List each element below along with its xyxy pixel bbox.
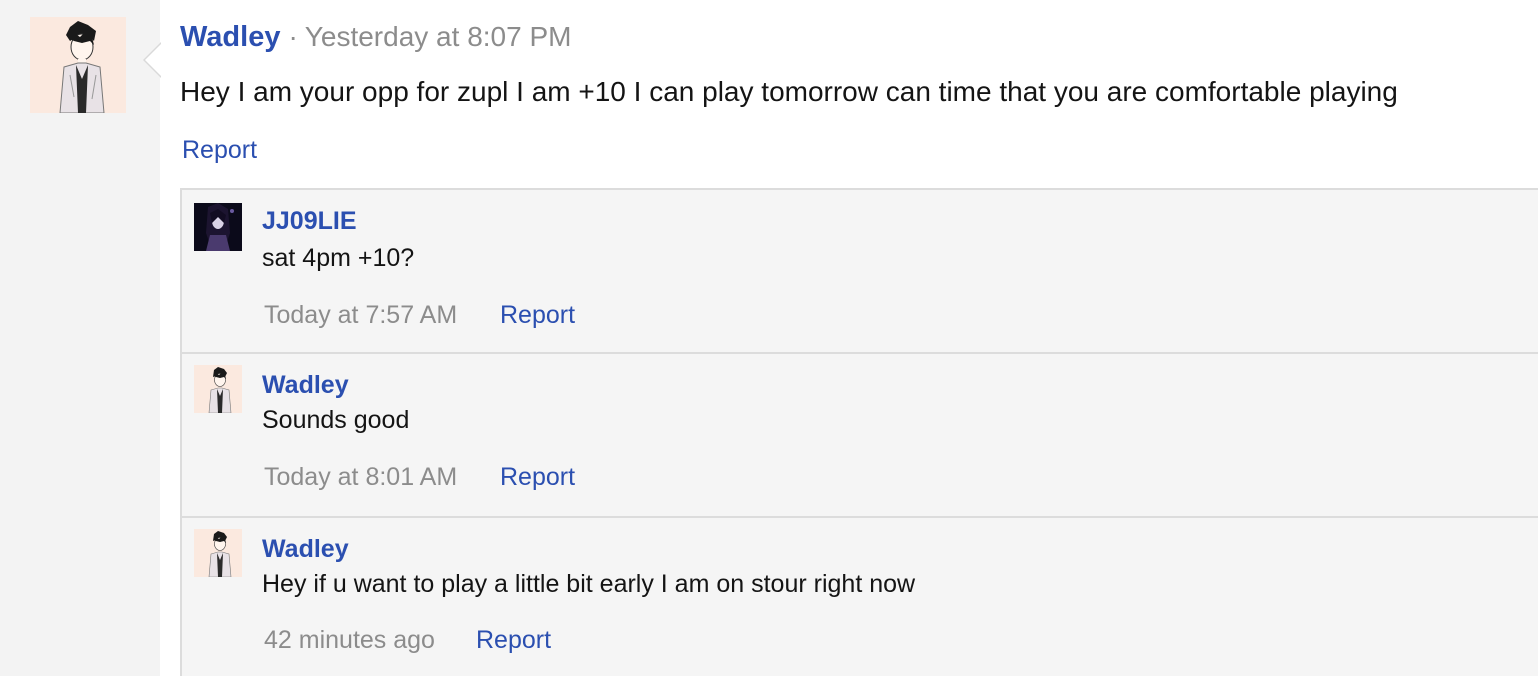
comment-author-link[interactable]: JJ09LIE (262, 207, 357, 236)
comment-report-button[interactable]: Report (500, 301, 575, 330)
comment-report-button[interactable]: Report (500, 463, 575, 492)
meta-separator: · (288, 21, 298, 52)
comment-date[interactable]: Today at 7:57 AM (264, 301, 457, 330)
message-body: Hey I am your opp for zupl I am +10 I ca… (180, 76, 1398, 107)
wadley-avatar-icon[interactable] (30, 17, 126, 113)
comment-report-button[interactable]: Report (476, 626, 551, 655)
message-date[interactable]: Yesterday at 8:07 PM (305, 21, 572, 53)
comment-item: Wadley Hey if u want to play a little bi… (182, 516, 1538, 678)
comment-list: JJ09LIE sat 4pm +10? Today at 7:57 AM Re… (180, 188, 1538, 676)
report-button[interactable]: Report (182, 136, 257, 165)
comment-text: Hey if u want to play a little bit early… (262, 570, 916, 598)
comment-text: Sounds good (262, 406, 410, 434)
comment-item: Wadley Sounds good Today at 8:01 AM Repo… (182, 352, 1538, 516)
jj09lie-avatar-icon[interactable] (194, 203, 242, 251)
wadley-avatar-icon[interactable] (194, 529, 242, 577)
bubble-arrow (143, 42, 162, 78)
comment-date[interactable]: Today at 8:01 AM (264, 463, 457, 492)
message-author-link[interactable]: Wadley (180, 21, 280, 54)
comment-date[interactable]: 42 minutes ago (264, 626, 435, 655)
comment-text: sat 4pm +10? (262, 244, 415, 272)
comment-item: JJ09LIE sat 4pm +10? Today at 7:57 AM Re… (182, 190, 1538, 352)
message-header: Wadley · Yesterday at 8:07 PM (180, 21, 571, 61)
comment-author-link[interactable]: Wadley (262, 371, 349, 400)
wadley-avatar-icon[interactable] (194, 365, 242, 413)
comment-author-link[interactable]: Wadley (262, 535, 349, 564)
